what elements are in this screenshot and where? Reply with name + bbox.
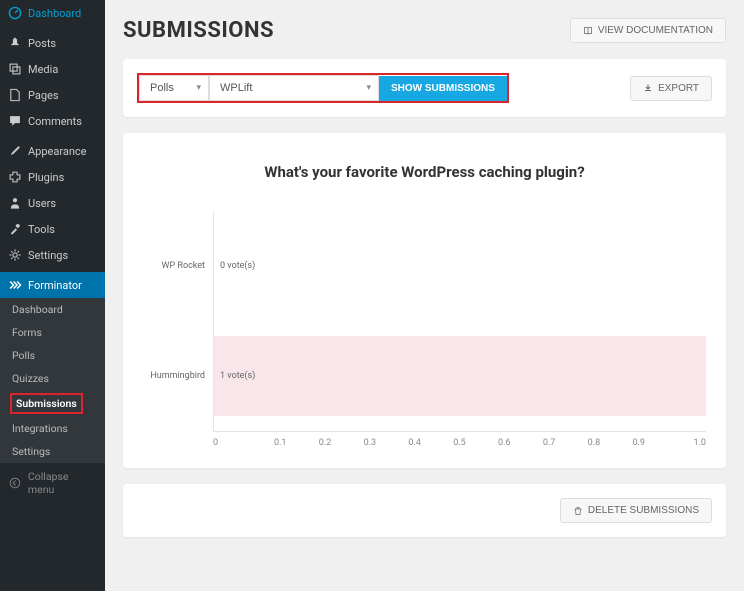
forminator-icon [8, 278, 22, 292]
chart-bar-row-1: 1 vote(s) [214, 321, 706, 431]
chart-body: 0 vote(s) 1 vote(s) [213, 211, 706, 432]
sidebar-item-tools[interactable]: Tools [0, 216, 105, 242]
chart-category-0: WP Rocket [143, 261, 213, 271]
admin-sidebar: Dashboard Posts Media Pages Comments App… [0, 0, 105, 591]
sidebar-label: Media [28, 63, 58, 76]
view-documentation-button[interactable]: VIEW DOCUMENTATION [570, 18, 726, 43]
bar-chart: WP Rocket Hummingbird 0 vote(s) 1 vote(s… [143, 211, 706, 448]
export-icon [643, 83, 653, 93]
submenu-submissions[interactable]: Submissions [16, 397, 77, 410]
footer-panel: DELETE SUBMISSIONS [123, 484, 726, 537]
xtick: 1.0 [661, 438, 706, 448]
sidebar-item-media[interactable]: Media [0, 56, 105, 82]
xtick: 0.9 [616, 438, 661, 448]
sidebar-label: Appearance [28, 145, 87, 158]
page-header: SUBMISSIONS VIEW DOCUMENTATION [123, 18, 726, 43]
chart-x-axis: 0 0.1 0.2 0.3 0.4 0.5 0.6 0.7 0.8 0.9 1.… [213, 432, 706, 448]
xtick: 0.5 [437, 438, 482, 448]
sidebar-label: Plugins [28, 171, 64, 184]
chart-category-1: Hummingbird [143, 371, 213, 381]
filter-panel: Polls WPLift SHOW SUBMISSIONS EXPORT [123, 59, 726, 117]
sidebar-item-appearance[interactable]: Appearance [0, 138, 105, 164]
export-label: EXPORT [658, 83, 699, 94]
book-icon [583, 26, 593, 36]
chart-value-label-0: 0 vote(s) [214, 261, 255, 271]
chart-y-labels: WP Rocket Hummingbird [143, 211, 213, 448]
xtick: 0.6 [482, 438, 527, 448]
submenu-quizzes[interactable]: Quizzes [0, 367, 105, 390]
sidebar-label: Tools [28, 223, 55, 236]
chart-bar-row-0: 0 vote(s) [214, 211, 706, 321]
submenu-polls[interactable]: Polls [0, 344, 105, 367]
trash-icon [573, 506, 583, 516]
sidebar-label: Comments [28, 115, 82, 128]
doc-btn-label: VIEW DOCUMENTATION [598, 25, 713, 36]
submenu-forms[interactable]: Forms [0, 321, 105, 344]
xtick: 0.7 [527, 438, 572, 448]
sidebar-item-comments[interactable]: Comments [0, 108, 105, 134]
xtick: 0.4 [392, 438, 437, 448]
submenu-settings[interactable]: Settings [0, 440, 105, 463]
submenu-dashboard[interactable]: Dashboard [0, 298, 105, 321]
filter-bar: Polls WPLift SHOW SUBMISSIONS EXPORT [123, 59, 726, 117]
show-submissions-button[interactable]: SHOW SUBMISSIONS [379, 76, 507, 101]
sidebar-item-settings[interactable]: Settings [0, 242, 105, 268]
sidebar-label: Forminator [28, 279, 82, 292]
xtick: 0.3 [347, 438, 392, 448]
sidebar-label: Posts [28, 37, 56, 50]
chart-bar-1: 1 vote(s) [214, 336, 706, 416]
sidebar-item-posts[interactable]: Posts [0, 30, 105, 56]
comment-icon [8, 114, 22, 128]
brush-icon [8, 144, 22, 158]
sidebar-label: Settings [28, 249, 68, 262]
main-content: SUBMISSIONS VIEW DOCUMENTATION Polls WPL… [105, 0, 744, 591]
pin-icon [8, 36, 22, 50]
xtick: 0 [213, 438, 258, 448]
xtick: 0.8 [572, 438, 617, 448]
xtick: 0.1 [258, 438, 303, 448]
wrench-icon [8, 222, 22, 236]
media-icon [8, 62, 22, 76]
gear-icon [8, 248, 22, 262]
sidebar-item-pages[interactable]: Pages [0, 82, 105, 108]
chart-panel: What's your favorite WordPress caching p… [123, 133, 726, 468]
item-select[interactable]: WPLift [209, 75, 379, 101]
sidebar-item-users[interactable]: Users [0, 190, 105, 216]
collapse-menu[interactable]: Collapse menu [0, 463, 105, 503]
submenu-integrations[interactable]: Integrations [0, 417, 105, 440]
sidebar-item-plugins[interactable]: Plugins [0, 164, 105, 190]
delete-submissions-button[interactable]: DELETE SUBMISSIONS [560, 498, 712, 523]
collapse-icon [8, 476, 22, 490]
xtick: 0.2 [303, 438, 348, 448]
type-select[interactable]: Polls [139, 75, 209, 101]
dashboard-icon [8, 6, 22, 20]
user-icon [8, 196, 22, 210]
filter-group-highlighted: Polls WPLift SHOW SUBMISSIONS [137, 73, 509, 103]
page-icon [8, 88, 22, 102]
plugin-icon [8, 170, 22, 184]
sidebar-item-dashboard[interactable]: Dashboard [0, 0, 105, 26]
delete-label: DELETE SUBMISSIONS [588, 505, 699, 516]
sidebar-item-forminator[interactable]: Forminator [0, 272, 105, 298]
sidebar-label: Pages [28, 89, 59, 102]
forminator-submenu: Dashboard Forms Polls Quizzes Submission… [0, 298, 105, 463]
sidebar-label: Dashboard [28, 7, 81, 20]
chart-value-label-1: 1 vote(s) [220, 371, 255, 381]
chart-title: What's your favorite WordPress caching p… [143, 163, 706, 181]
export-button[interactable]: EXPORT [630, 76, 712, 101]
sidebar-label: Users [28, 197, 56, 210]
page-title: SUBMISSIONS [123, 18, 274, 43]
collapse-label: Collapse menu [28, 470, 97, 496]
